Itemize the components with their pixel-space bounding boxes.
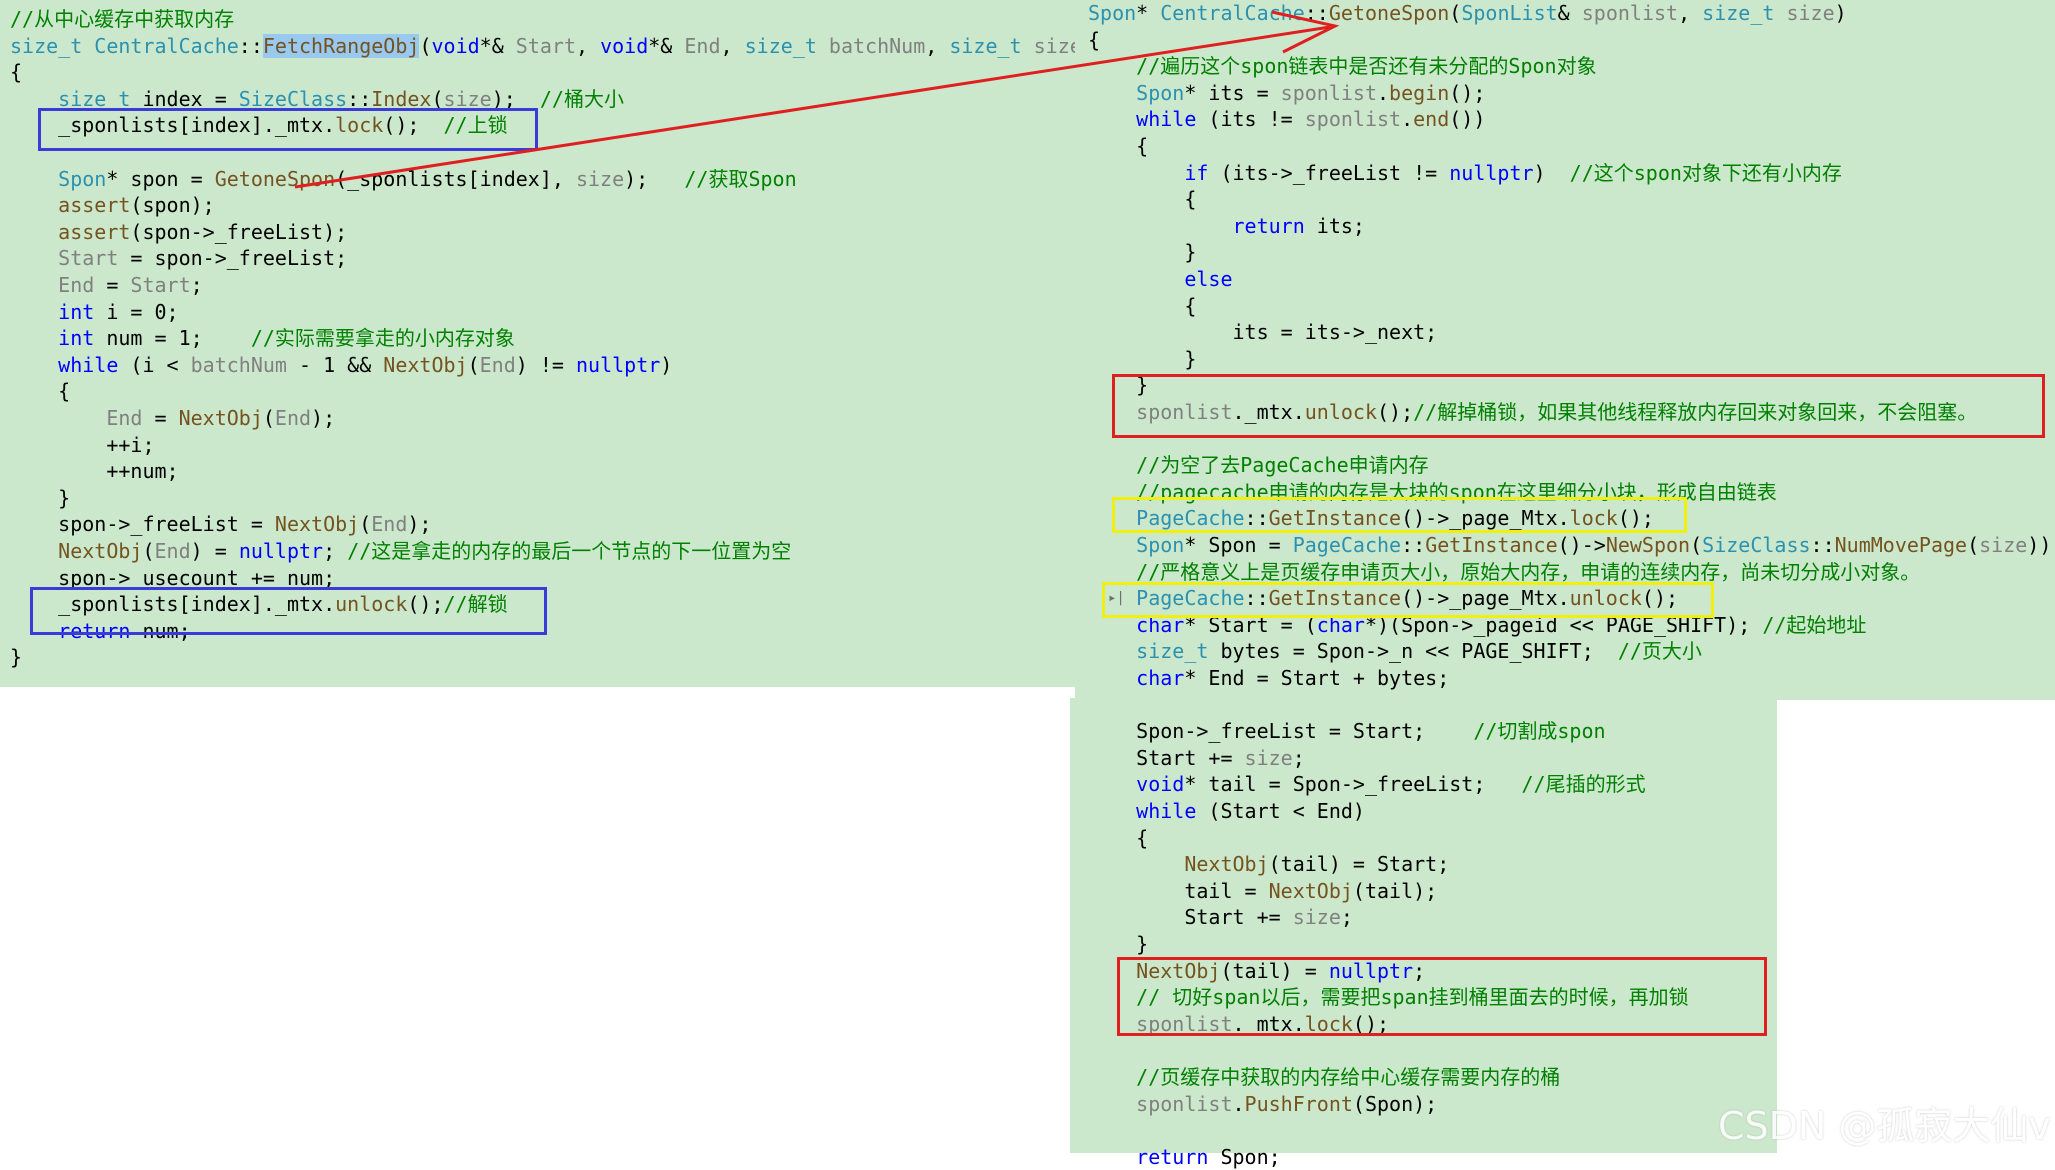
csdn-watermark: CSDN @孤寂大仙v	[1718, 1104, 2051, 1148]
arrow-line	[294, 25, 1331, 189]
call-arrow	[294, 10, 1340, 189]
